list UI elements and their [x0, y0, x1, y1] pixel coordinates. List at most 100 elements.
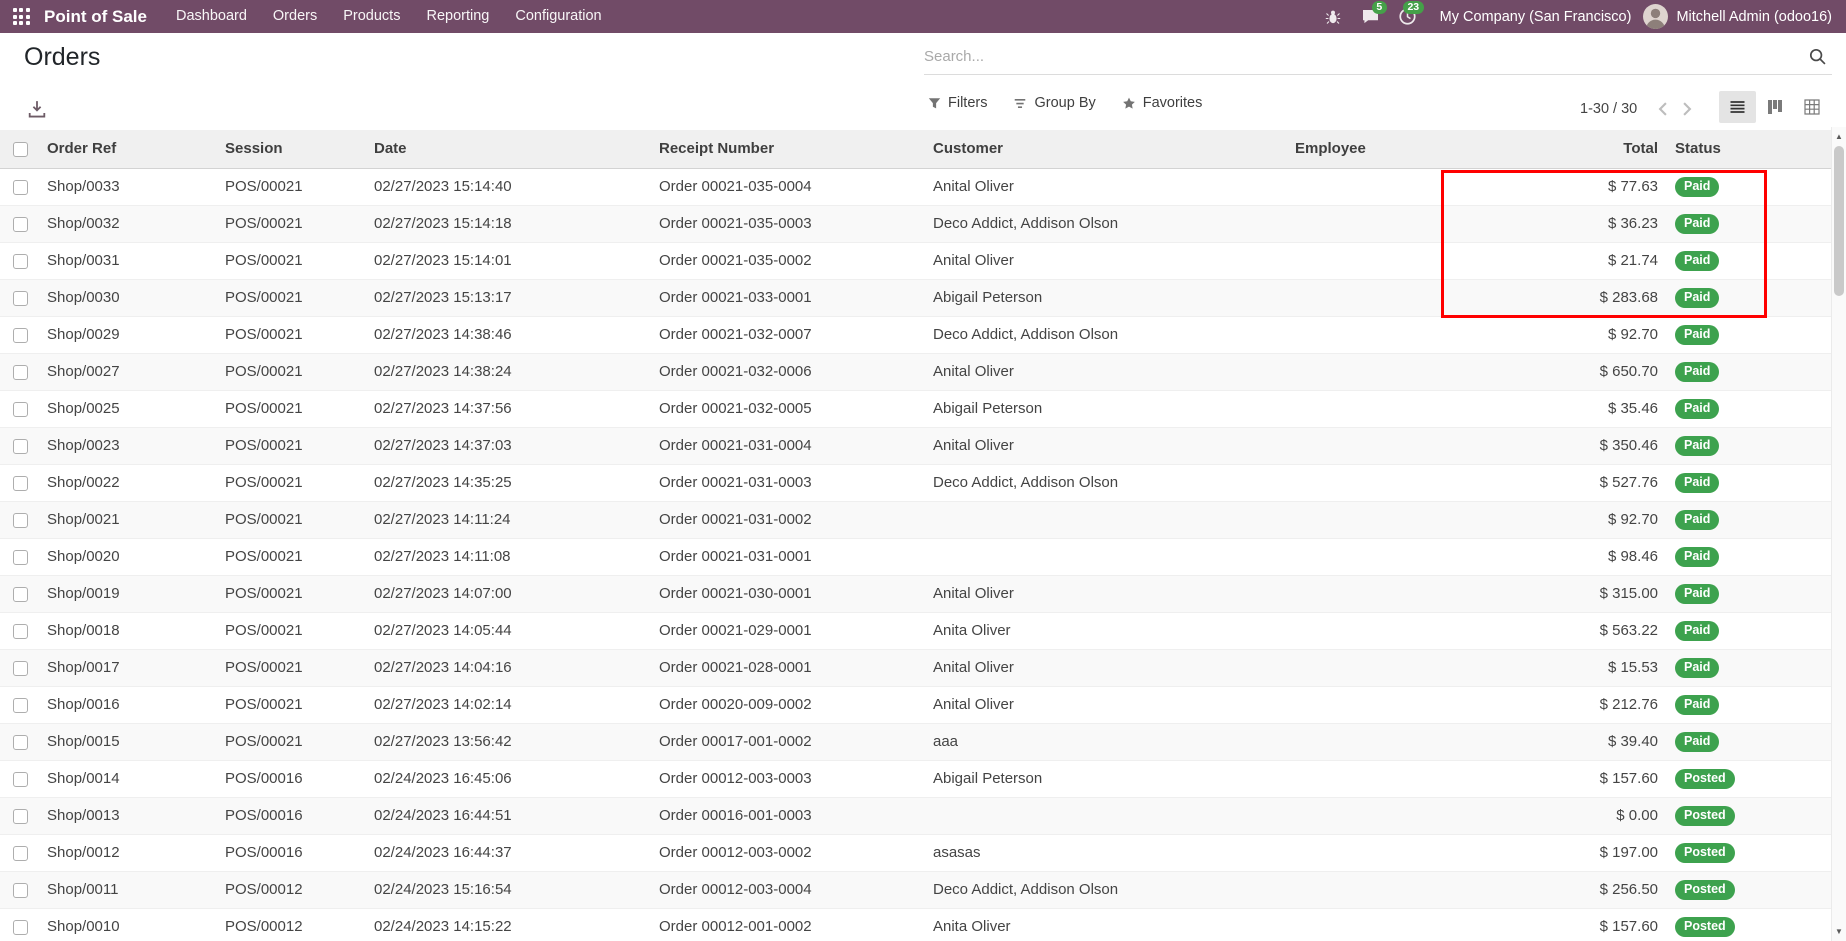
cell-total[interactable]: $ 21.74: [1460, 242, 1668, 279]
cell-customer[interactable]: [926, 538, 1288, 575]
apps-menu-button[interactable]: [0, 0, 42, 33]
cell-employee[interactable]: [1288, 723, 1460, 760]
cell-receipt-number[interactable]: Order 00012-003-0004: [652, 871, 926, 908]
row-checkbox[interactable]: [13, 254, 28, 269]
cell-status[interactable]: Posted: [1668, 908, 1831, 941]
cell-employee[interactable]: [1288, 205, 1460, 242]
cell-customer[interactable]: Abigail Peterson: [926, 760, 1288, 797]
cell-date[interactable]: 02/27/2023 14:07:00: [367, 575, 652, 612]
cell-date[interactable]: 02/27/2023 14:38:46: [367, 316, 652, 353]
cell-employee[interactable]: [1288, 760, 1460, 797]
cell-session[interactable]: POS/00021: [218, 427, 367, 464]
cell-date[interactable]: 02/27/2023 14:11:24: [367, 501, 652, 538]
table-row[interactable]: Shop/0015 POS/00021 02/27/2023 13:56:42 …: [0, 723, 1831, 760]
cell-session[interactable]: POS/00021: [218, 168, 367, 205]
cell-order-ref[interactable]: Shop/0022: [40, 464, 218, 501]
row-checkbox[interactable]: [13, 735, 28, 750]
pager-next-button[interactable]: [1675, 96, 1699, 122]
scroll-down-arrow[interactable]: ▼: [1832, 924, 1846, 939]
cell-session[interactable]: POS/00012: [218, 871, 367, 908]
column-header-status[interactable]: Status: [1668, 130, 1831, 168]
cell-employee[interactable]: [1288, 501, 1460, 538]
row-checkbox[interactable]: [13, 402, 28, 417]
pager-previous-button[interactable]: [1651, 96, 1675, 122]
cell-total[interactable]: $ 315.00: [1460, 575, 1668, 612]
cell-employee[interactable]: [1288, 242, 1460, 279]
cell-total[interactable]: $ 157.60: [1460, 760, 1668, 797]
row-checkbox[interactable]: [13, 365, 28, 380]
cell-date[interactable]: 02/27/2023 14:35:25: [367, 464, 652, 501]
table-row[interactable]: Shop/0027 POS/00021 02/27/2023 14:38:24 …: [0, 353, 1831, 390]
cell-employee[interactable]: [1288, 797, 1460, 834]
cell-customer[interactable]: Deco Addict, Addison Olson: [926, 871, 1288, 908]
cell-status[interactable]: Posted: [1668, 760, 1831, 797]
cell-total[interactable]: $ 39.40: [1460, 723, 1668, 760]
table-row[interactable]: Shop/0016 POS/00021 02/27/2023 14:02:14 …: [0, 686, 1831, 723]
table-row[interactable]: Shop/0017 POS/00021 02/27/2023 14:04:16 …: [0, 649, 1831, 686]
table-row[interactable]: Shop/0012 POS/00016 02/24/2023 16:44:37 …: [0, 834, 1831, 871]
cell-date[interactable]: 02/24/2023 15:16:54: [367, 871, 652, 908]
cell-status[interactable]: Paid: [1668, 723, 1831, 760]
scroll-up-arrow[interactable]: ▲: [1832, 129, 1846, 144]
table-row[interactable]: Shop/0010 POS/00012 02/24/2023 14:15:22 …: [0, 908, 1831, 941]
table-row[interactable]: Shop/0032 POS/00021 02/27/2023 15:14:18 …: [0, 205, 1831, 242]
vertical-scrollbar[interactable]: ▲ ▼: [1831, 127, 1846, 941]
cell-order-ref[interactable]: Shop/0033: [40, 168, 218, 205]
cell-order-ref[interactable]: Shop/0010: [40, 908, 218, 941]
cell-session[interactable]: POS/00021: [218, 279, 367, 316]
group-by-button[interactable]: Group By: [1013, 95, 1095, 111]
column-header-order-ref[interactable]: Order Ref: [40, 130, 218, 168]
cell-receipt-number[interactable]: Order 00021-035-0002: [652, 242, 926, 279]
table-row[interactable]: Shop/0021 POS/00021 02/27/2023 14:11:24 …: [0, 501, 1831, 538]
cell-total[interactable]: $ 98.46: [1460, 538, 1668, 575]
cell-receipt-number[interactable]: Order 00020-009-0002: [652, 686, 926, 723]
cell-order-ref[interactable]: Shop/0027: [40, 353, 218, 390]
cell-date[interactable]: 02/27/2023 14:37:03: [367, 427, 652, 464]
activities-button[interactable]: 23: [1389, 0, 1426, 33]
table-row[interactable]: Shop/0011 POS/00012 02/24/2023 15:16:54 …: [0, 871, 1831, 908]
cell-status[interactable]: Paid: [1668, 427, 1831, 464]
cell-date[interactable]: 02/27/2023 14:11:08: [367, 538, 652, 575]
cell-status[interactable]: Paid: [1668, 464, 1831, 501]
cell-status[interactable]: Paid: [1668, 205, 1831, 242]
cell-employee[interactable]: [1288, 538, 1460, 575]
cell-order-ref[interactable]: Shop/0032: [40, 205, 218, 242]
cell-session[interactable]: POS/00021: [218, 464, 367, 501]
cell-employee[interactable]: [1288, 427, 1460, 464]
cell-order-ref[interactable]: Shop/0020: [40, 538, 218, 575]
search-input[interactable]: [924, 48, 1802, 65]
cell-order-ref[interactable]: Shop/0019: [40, 575, 218, 612]
cell-total[interactable]: $ 15.53: [1460, 649, 1668, 686]
cell-customer[interactable]: Anita Oliver: [926, 908, 1288, 941]
cell-order-ref[interactable]: Shop/0018: [40, 612, 218, 649]
cell-total[interactable]: $ 563.22: [1460, 612, 1668, 649]
cell-customer[interactable]: Anital Oliver: [926, 242, 1288, 279]
cell-order-ref[interactable]: Shop/0021: [40, 501, 218, 538]
cell-date[interactable]: 02/27/2023 15:14:40: [367, 168, 652, 205]
column-header-customer[interactable]: Customer: [926, 130, 1288, 168]
cell-customer[interactable]: Deco Addict, Addison Olson: [926, 205, 1288, 242]
cell-total[interactable]: $ 650.70: [1460, 353, 1668, 390]
cell-employee[interactable]: [1288, 353, 1460, 390]
cell-status[interactable]: Posted: [1668, 797, 1831, 834]
cell-status[interactable]: Paid: [1668, 390, 1831, 427]
cell-status[interactable]: Paid: [1668, 575, 1831, 612]
row-checkbox[interactable]: [13, 661, 28, 676]
cell-receipt-number[interactable]: Order 00012-003-0003: [652, 760, 926, 797]
cell-receipt-number[interactable]: Order 00021-029-0001: [652, 612, 926, 649]
cell-order-ref[interactable]: Shop/0030: [40, 279, 218, 316]
cell-date[interactable]: 02/24/2023 16:45:06: [367, 760, 652, 797]
cell-receipt-number[interactable]: Order 00021-031-0004: [652, 427, 926, 464]
cell-date[interactable]: 02/27/2023 14:04:16: [367, 649, 652, 686]
kanban-view-button[interactable]: [1756, 91, 1793, 123]
table-row[interactable]: Shop/0020 POS/00021 02/27/2023 14:11:08 …: [0, 538, 1831, 575]
cell-date[interactable]: 02/27/2023 14:38:24: [367, 353, 652, 390]
cell-session[interactable]: POS/00021: [218, 723, 367, 760]
cell-session[interactable]: POS/00016: [218, 834, 367, 871]
cell-customer[interactable]: Anital Oliver: [926, 353, 1288, 390]
cell-customer[interactable]: [926, 797, 1288, 834]
cell-session[interactable]: POS/00021: [218, 501, 367, 538]
user-menu[interactable]: Mitchell Admin (odoo16): [1643, 4, 1846, 29]
cell-total[interactable]: $ 197.00: [1460, 834, 1668, 871]
cell-session[interactable]: POS/00021: [218, 612, 367, 649]
